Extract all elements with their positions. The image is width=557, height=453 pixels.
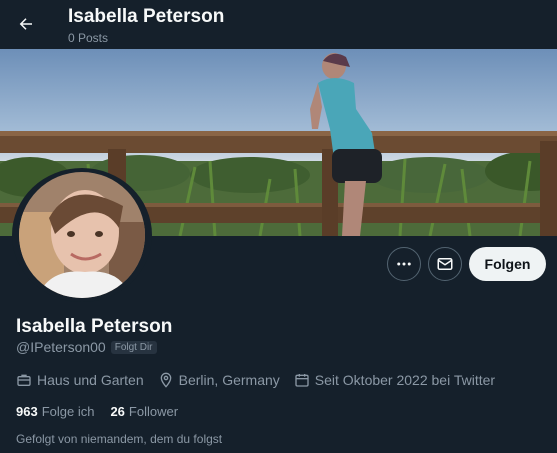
briefcase-icon <box>17 374 31 386</box>
category-text: Haus und Garten <box>37 372 144 388</box>
header-posts-count: 0 Posts <box>68 31 109 45</box>
followed-by-text: Gefolgt von niemandem, dem du folgst <box>16 432 223 446</box>
follow-stats: 963 Folge ich 26 Follower <box>16 404 194 419</box>
back-button[interactable] <box>10 8 42 40</box>
follows-you-badge: Folgt Dir <box>110 340 157 354</box>
followers-label: Follower <box>128 404 179 419</box>
profile-handle: @IPeterson00 <box>16 339 106 355</box>
calendar-icon <box>295 374 309 387</box>
following-label: Folge ich <box>41 404 95 419</box>
message-button[interactable] <box>428 247 462 281</box>
more-button[interactable] <box>387 247 421 281</box>
meta-location: Berlin, Germany <box>158 372 280 388</box>
meta-joined: Seit Oktober 2022 bei Twitter <box>294 372 495 388</box>
envelope-icon <box>437 258 453 270</box>
avatar-frame[interactable] <box>12 168 152 302</box>
followers-link[interactable]: 26 Follower <box>110 404 178 419</box>
profile-name: Isabella Peterson <box>16 316 173 337</box>
header-profile-name: Isabella Peterson <box>68 6 225 27</box>
avatar[interactable] <box>19 172 145 298</box>
more-icon <box>397 262 411 266</box>
top-bar: Isabella Peterson 0 Posts <box>0 0 557 49</box>
meta-category: Haus und Garten <box>16 372 144 388</box>
location-pin-icon <box>160 372 171 388</box>
location-text: Berlin, Germany <box>178 372 280 388</box>
following-link[interactable]: 963 Folge ich <box>16 404 94 419</box>
avatar-photo <box>19 172 145 298</box>
following-count: 963 <box>16 404 38 419</box>
profile-meta: Haus und Garten Berlin, Germany Seit Okt… <box>16 372 509 388</box>
handle-row: @IPeterson00 Folgt Dir <box>16 339 157 355</box>
follow-button[interactable]: Folgen <box>469 247 546 281</box>
followers-count: 26 <box>110 404 125 419</box>
arrow-left-icon <box>19 18 32 30</box>
joined-text: Seit Oktober 2022 bei Twitter <box>314 372 496 388</box>
